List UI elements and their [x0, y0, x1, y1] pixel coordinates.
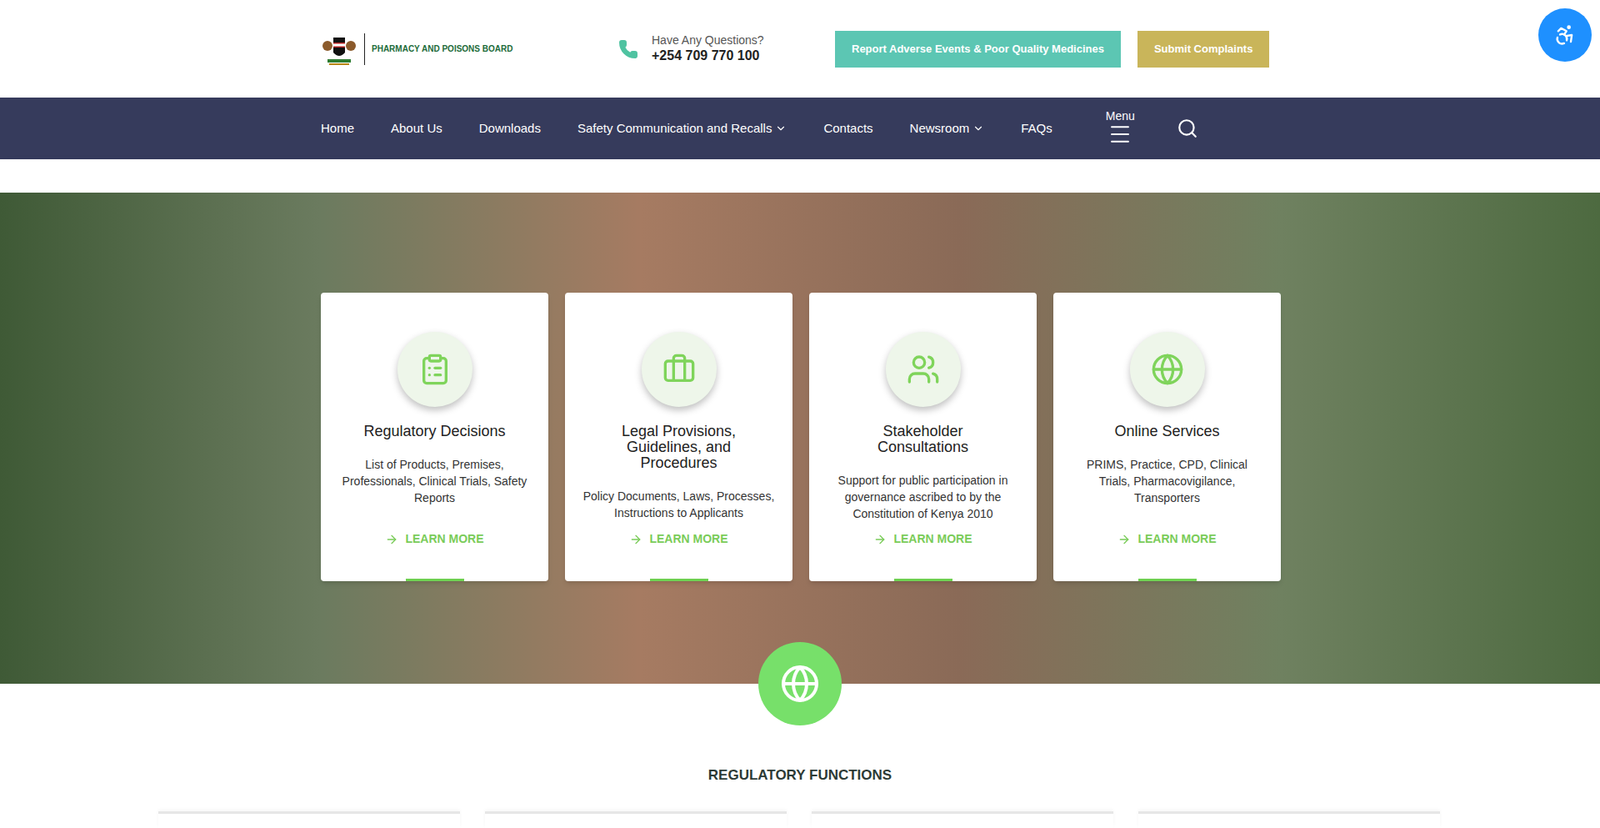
- logo[interactable]: PHARMACY AND POISONS BOARD: [320, 30, 571, 68]
- contact: Have Any Questions?+254 709 770 100: [618, 33, 819, 65]
- accessibility-button[interactable]: [1538, 8, 1592, 62]
- service-card[interactable]: Online Services PRIMS, Practice, CPD, Cli…: [1053, 292, 1281, 581]
- card-title: Regulatory Decisions: [360, 423, 510, 440]
- arrow-right-icon: [385, 532, 399, 546]
- card-underline: [405, 578, 465, 581]
- hero: Regulatory Decisions List of Products, Pr…: [0, 192, 1600, 684]
- logo-text: PHARMACY AND POISONS BOARD: [371, 42, 513, 55]
- menu-button[interactable]: Menu: [1105, 110, 1135, 147]
- arrow-right-icon: [629, 532, 643, 546]
- service-card[interactable]: Regulatory Decisions List of Products, Pr…: [320, 292, 549, 581]
- report-button[interactable]: Report Adverse Events & Poor Quality Med…: [835, 30, 1121, 68]
- card-title: Stakeholder Consultations: [860, 423, 986, 455]
- section-title: REGULATORY FUNCTIONS: [0, 764, 1600, 786]
- search-icon[interactable]: [1176, 117, 1199, 140]
- card-icon: [418, 352, 452, 386]
- card-icon-circle: [1130, 331, 1205, 407]
- card-description: List of Products, Premises, Professional…: [337, 455, 532, 506]
- function-card: [485, 810, 787, 828]
- accessibility-icon: [1553, 23, 1577, 47]
- card-description: Support for public participation in gove…: [825, 471, 1020, 522]
- complaints-button[interactable]: Submit Complaints: [1137, 30, 1270, 68]
- card-icon: [662, 352, 696, 386]
- page: PHARMACY AND POISONS BOARD Have Any Quest…: [0, 0, 1600, 828]
- nav-item[interactable]: Safety Communication and Recalls: [577, 119, 787, 139]
- learn-more-link[interactable]: LEARN MORE: [1117, 528, 1216, 548]
- card-underline: [650, 578, 709, 581]
- top-header: PHARMACY AND POISONS BOARD Have Any Quest…: [0, 0, 1600, 98]
- nav-item[interactable]: Home: [320, 119, 355, 139]
- card-underline: [894, 578, 953, 581]
- service-card[interactable]: Legal Provisions, Guidelines, and Proced…: [565, 292, 793, 581]
- learn-more-link[interactable]: LEARN MORE: [629, 528, 728, 548]
- chevron-down-icon: [775, 122, 787, 135]
- contact-phone[interactable]: +254 709 770 100: [651, 47, 765, 65]
- card-icon: [1150, 352, 1185, 386]
- arrow-right-icon: [1117, 532, 1131, 546]
- learn-more-link[interactable]: LEARN MORE: [873, 528, 972, 548]
- section-icon-circle: [758, 641, 842, 725]
- service-card[interactable]: Stakeholder Consultations Support for pub…: [809, 292, 1037, 581]
- nav-item[interactable]: Downloads: [479, 119, 541, 139]
- coat-of-arms-icon: [320, 30, 358, 68]
- nav-item[interactable]: Contacts: [823, 119, 873, 139]
- card-underline: [1138, 578, 1197, 581]
- learn-more-link[interactable]: LEARN MORE: [385, 528, 484, 548]
- function-card: [1138, 810, 1440, 828]
- card-icon: [906, 352, 940, 386]
- card-icon-circle: [885, 331, 961, 407]
- chevron-down-icon: [972, 122, 985, 135]
- card-title: Online Services: [1092, 423, 1243, 440]
- nav-item[interactable]: About Us: [390, 119, 443, 139]
- contact-label: Have Any Questions?: [651, 33, 765, 49]
- globe-icon: [780, 663, 820, 704]
- function-card: [158, 810, 460, 828]
- card-title: Legal Provisions, Guidelines, and Proced…: [612, 423, 746, 471]
- card-icon-circle: [641, 331, 717, 407]
- function-card: [811, 810, 1114, 828]
- card-icon-circle: [397, 331, 473, 407]
- arrow-right-icon: [873, 532, 887, 546]
- card-description: PRIMS, Practice, CPD, Clinical Trials, P…: [1070, 455, 1265, 506]
- hamburger-icon: [1107, 121, 1133, 147]
- card-description: Policy Documents, Laws, Processes, Instr…: [581, 487, 776, 521]
- phone-icon: [618, 39, 639, 60]
- nav-item[interactable]: Newsroom: [910, 119, 985, 139]
- nav-bar: Home About Us Downloads Safety Communicatio…: [0, 97, 1600, 160]
- nav-item[interactable]: FAQs: [1020, 119, 1053, 139]
